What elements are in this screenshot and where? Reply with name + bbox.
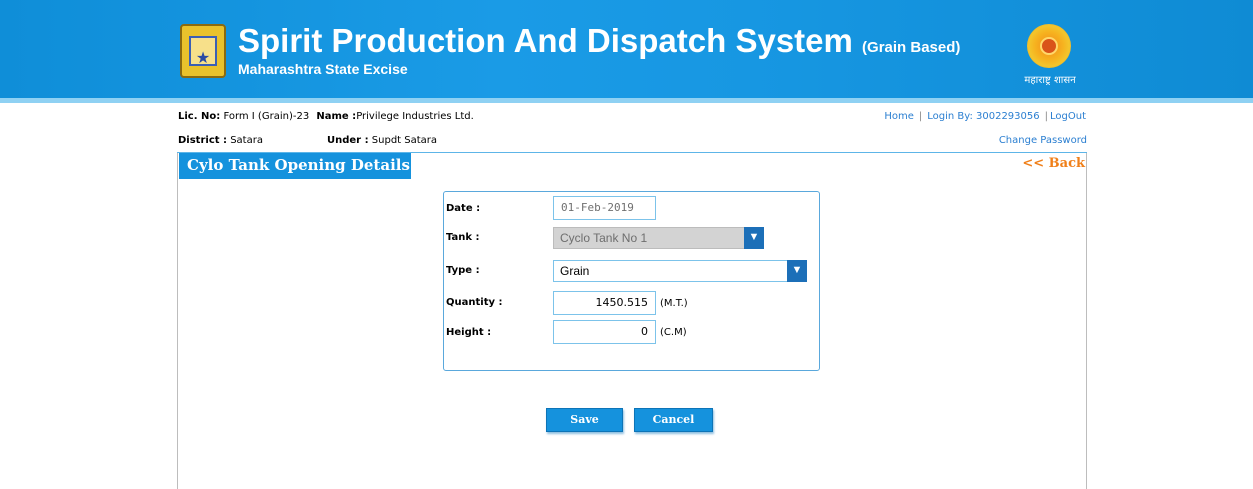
date-label: Date : bbox=[446, 203, 481, 214]
back-link[interactable]: << Back bbox=[1022, 156, 1085, 171]
tank-selected-value: Cyclo Tank No 1 bbox=[560, 231, 648, 245]
excise-logo: ★ bbox=[180, 24, 226, 78]
government-emblem-icon bbox=[1027, 24, 1071, 68]
district-label: District : bbox=[178, 135, 228, 146]
link-separator: | bbox=[918, 111, 923, 122]
under-info: Under : Supdt Satara bbox=[327, 135, 437, 146]
cancel-button[interactable]: Cancel bbox=[634, 408, 713, 432]
emblem-caption: महाराष्ट्र शासन bbox=[1024, 75, 1076, 86]
date-input[interactable]: 01-Feb-2019 bbox=[553, 196, 656, 220]
chevron-down-icon[interactable]: ▼ bbox=[744, 227, 764, 249]
quantity-input[interactable]: 1450.515 bbox=[553, 291, 656, 315]
app-header: ★ Spirit Production And Dispatch System … bbox=[0, 0, 1253, 98]
name-label: Name : bbox=[316, 111, 357, 122]
link-separator: | bbox=[1044, 111, 1048, 122]
lic-label: Lic. No: bbox=[178, 111, 221, 122]
under-value: Supdt Satara bbox=[371, 135, 438, 146]
app-subtitle: Maharashtra State Excise bbox=[238, 61, 408, 77]
name-value: Privilege Industries Ltd. bbox=[356, 111, 474, 122]
app-title-suffix: (Grain Based) bbox=[862, 39, 961, 56]
height-label: Height : bbox=[446, 327, 492, 338]
top-links: Home | Login By: 3002293056 | LogOut bbox=[884, 111, 1086, 122]
district-info: District : Satara bbox=[178, 135, 263, 146]
tank-select[interactable]: Cyclo Tank No 1 ▼ bbox=[553, 227, 764, 249]
under-label: Under : bbox=[327, 135, 369, 146]
license-info: Lic. No: Form I (Grain)-23 Name :Privile… bbox=[178, 111, 474, 122]
height-input[interactable]: 0 bbox=[553, 320, 656, 344]
header-divider bbox=[0, 98, 1253, 103]
type-selected-value: Grain bbox=[560, 264, 590, 278]
save-button[interactable]: Save bbox=[546, 408, 623, 432]
logout-link[interactable]: LogOut bbox=[1050, 111, 1086, 122]
page-title: Cylo Tank Opening Details bbox=[179, 153, 411, 179]
chevron-down-icon[interactable]: ▼ bbox=[787, 260, 807, 282]
height-unit: (C.M) bbox=[660, 327, 687, 338]
lic-value: Form I (Grain)-23 bbox=[223, 111, 310, 122]
type-select[interactable]: Grain ▼ bbox=[553, 260, 807, 282]
change-password-link[interactable]: Change Password bbox=[999, 135, 1087, 146]
quantity-label: Quantity : bbox=[446, 297, 503, 308]
login-by-text: Login By: 3002293056 bbox=[927, 111, 1040, 122]
district-value: Satara bbox=[230, 135, 263, 146]
home-link[interactable]: Home bbox=[884, 111, 914, 122]
tank-label: Tank : bbox=[446, 232, 480, 243]
quantity-unit: (M.T.) bbox=[660, 298, 688, 309]
type-label: Type : bbox=[446, 265, 480, 276]
